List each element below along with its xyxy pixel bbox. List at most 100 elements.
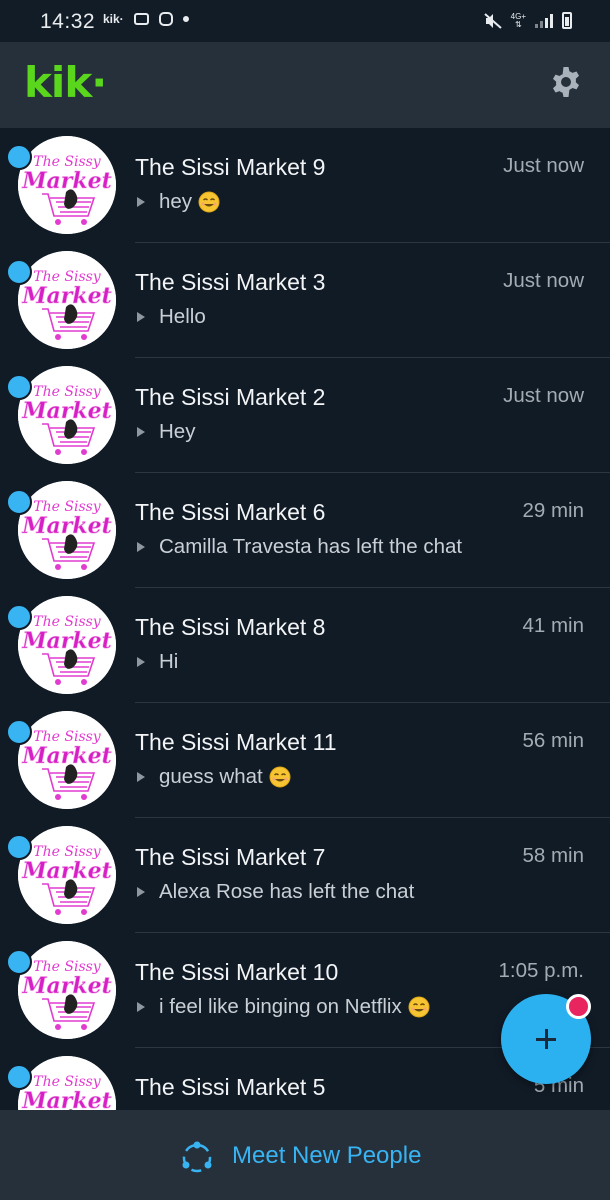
- unread-indicator-dot: [6, 144, 32, 170]
- chat-preview-text: guess what: [159, 765, 263, 788]
- chat-preview: Camilla Travesta has left the chat: [137, 535, 462, 559]
- avatar-logo-line2: Market: [21, 858, 112, 884]
- network-type-icon: 4G+ ⇅: [511, 12, 526, 29]
- chat-name: The Sissi Market 2: [135, 384, 326, 410]
- meet-new-people-button[interactable]: Meet New People: [0, 1110, 610, 1200]
- preview-arrow-icon: [137, 772, 145, 782]
- unread-indicator-dot: [6, 489, 32, 515]
- chat-list: The Sissy Market The Sissi Market 9 hey: [0, 128, 610, 1110]
- preview-arrow-icon: [137, 197, 145, 207]
- smiling-emoji-icon: [408, 996, 430, 1018]
- chat-preview-text: Hello: [159, 305, 206, 328]
- preview-arrow-icon: [137, 542, 145, 552]
- chat-row[interactable]: The Sissy Market The Sissi Market 11 gue…: [0, 703, 610, 818]
- signal-strength-icon: [535, 13, 553, 28]
- unread-indicator-dot: [6, 949, 32, 975]
- group-avatar: The Sissy Market: [18, 136, 116, 234]
- group-avatar: The Sissy Market: [18, 481, 116, 579]
- chat-preview-text: Hey: [159, 420, 196, 443]
- preview-arrow-icon: [137, 427, 145, 437]
- status-time: 14:32: [40, 10, 96, 33]
- chat-row[interactable]: The Sissy Market The Sissi Market 6 Cami…: [0, 473, 610, 588]
- unread-indicator-dot: [6, 719, 32, 745]
- group-avatar: The Sissy Market: [18, 1056, 116, 1110]
- group-avatar: The Sissy Market: [18, 596, 116, 694]
- kik-logo: kik·: [24, 58, 107, 107]
- chat-timestamp: 41 min: [522, 614, 584, 637]
- chat-preview-text: i feel like binging on Netflix: [159, 995, 402, 1018]
- cast-notification-icon: [133, 13, 149, 25]
- unread-indicator-dot: [6, 374, 32, 400]
- people-circle-icon: [182, 1141, 212, 1173]
- chat-preview-text: hey: [159, 190, 193, 213]
- avatar-logo-line2: Market: [21, 513, 112, 539]
- smiling-emoji-icon: [198, 191, 220, 213]
- chat-row[interactable]: The Sissy Market The Sissi Market 3 Hell…: [0, 243, 610, 358]
- avatar-logo-line2: Market: [21, 283, 112, 309]
- chat-name: The Sissi Market 3: [135, 269, 326, 295]
- group-avatar: The Sissy Market: [18, 826, 116, 924]
- preview-arrow-icon: [137, 657, 145, 667]
- chat-timestamp: Just now: [503, 384, 584, 407]
- group-avatar: The Sissy Market: [18, 941, 116, 1039]
- chat-name: The Sissi Market 11: [135, 729, 337, 755]
- chat-timestamp: 56 min: [522, 729, 584, 752]
- kik-chat-list-screen: 14:32 kik· 4G+ ⇅ kik· The Sissy Market T…: [0, 0, 610, 1200]
- more-notifications-dot-icon: [182, 16, 189, 22]
- kik-notification-icon: kik·: [103, 12, 124, 26]
- avatar-logo-line2: Market: [21, 973, 112, 999]
- meet-new-people-label: Meet New People: [232, 1142, 422, 1169]
- avatar-logo-line2: Market: [21, 398, 112, 424]
- chat-timestamp: Just now: [503, 154, 584, 177]
- avatar-logo-line2: Market: [21, 1088, 112, 1110]
- status-notification-icons: kik·: [103, 12, 189, 26]
- chat-name: The Sissi Market 8: [135, 614, 326, 640]
- app-header: kik·: [0, 42, 610, 128]
- status-bar: 14:32 kik· 4G+ ⇅: [0, 0, 610, 42]
- preview-arrow-icon: [137, 887, 145, 897]
- smiling-emoji-icon: [269, 766, 291, 788]
- chat-name: The Sissi Market 6: [135, 499, 326, 525]
- status-system-icons: 4G+ ⇅: [483, 12, 572, 29]
- unread-indicator-dot: [6, 1064, 32, 1090]
- chat-name: The Sissi Market 7: [135, 844, 326, 870]
- group-avatar: The Sissy Market: [18, 251, 116, 349]
- chat-preview: guess what: [137, 765, 291, 789]
- chat-row[interactable]: The Sissy Market The Sissi Market 7 Alex…: [0, 818, 610, 933]
- group-avatar: The Sissy Market: [18, 711, 116, 809]
- unread-indicator-dot: [6, 259, 32, 285]
- battery-icon: [562, 12, 572, 29]
- chat-name: The Sissi Market 9: [135, 154, 326, 180]
- chat-timestamp: Just now: [503, 269, 584, 292]
- chat-preview: Hello: [137, 305, 206, 329]
- unread-indicator-dot: [6, 604, 32, 630]
- settings-gear-icon[interactable]: [550, 66, 582, 98]
- avatar-logo-line2: Market: [21, 743, 112, 769]
- chat-preview: i feel like binging on Netflix: [137, 995, 430, 1019]
- chat-preview: Hi: [137, 650, 178, 674]
- preview-arrow-icon: [137, 1002, 145, 1012]
- preview-arrow-icon: [137, 312, 145, 322]
- chat-timestamp: 58 min: [522, 844, 584, 867]
- chat-timestamp: 29 min: [522, 499, 584, 522]
- avatar-logo-line2: Market: [21, 168, 112, 194]
- chat-row[interactable]: The Sissy Market The Sissi Market 8 Hi 4…: [0, 588, 610, 703]
- chat-timestamp: 1:05 p.m.: [498, 959, 584, 982]
- chat-preview: Hey: [137, 420, 195, 444]
- fab-notification-badge: [566, 994, 591, 1019]
- chat-name: The Sissi Market 10: [135, 959, 339, 985]
- chat-preview: hey: [137, 190, 220, 214]
- mute-icon: [483, 12, 502, 29]
- chat-name: The Sissi Market 5: [135, 1074, 326, 1100]
- chat-row[interactable]: The Sissy Market The Sissi Market 9 hey: [0, 128, 610, 243]
- unread-indicator-dot: [6, 834, 32, 860]
- avatar-logo-line2: Market: [21, 628, 112, 654]
- chat-preview-text: Alexa Rose has left the chat: [159, 880, 415, 903]
- chat-preview-text: Camilla Travesta has left the chat: [159, 535, 463, 558]
- instagram-notification-icon: [158, 12, 173, 26]
- chat-preview-text: Hi: [159, 650, 179, 673]
- group-avatar: The Sissy Market: [18, 366, 116, 464]
- chat-preview: Alexa Rose has left the chat: [137, 880, 414, 904]
- data-arrows-icon: ⇅: [514, 19, 522, 29]
- chat-row[interactable]: The Sissy Market The Sissi Market 2 Hey …: [0, 358, 610, 473]
